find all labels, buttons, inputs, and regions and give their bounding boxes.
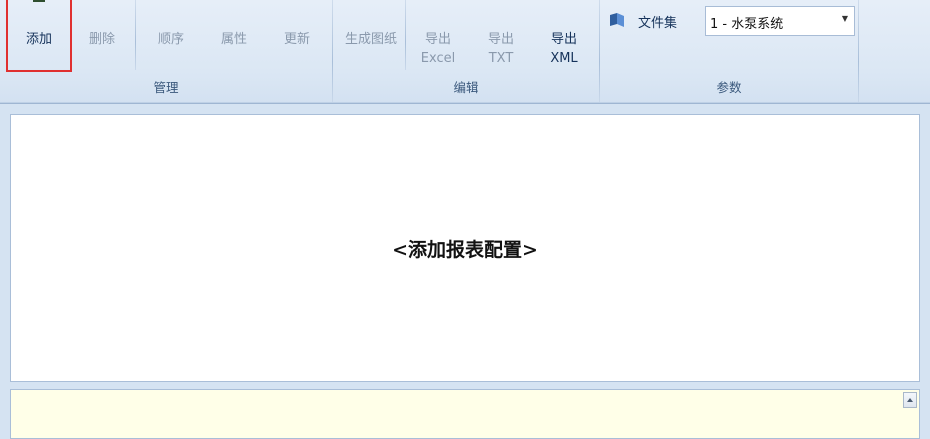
- export-txt-line2: TXT: [488, 51, 514, 66]
- delete-button-label: 删除: [88, 32, 115, 47]
- export-txt-line1: 导出: [487, 32, 514, 47]
- scroll-up-button[interactable]: [903, 392, 917, 408]
- txt-file-icon: [486, 0, 516, 4]
- order-button[interactable]: 顺序: [140, 0, 202, 72]
- xml-file-icon: [549, 0, 579, 4]
- fileset-select-value: 1 - 水泵系统: [710, 17, 784, 32]
- ribbon: 添加 删除 顺序 属性 更新 管理 生成图纸 导出 Excel 导出 TXT 导…: [0, 0, 930, 104]
- order-icon: [165, 0, 177, 4]
- properties-button-label: 属性: [220, 32, 247, 47]
- chevron-down-icon[interactable]: ▼: [842, 14, 848, 23]
- ribbon-group-params-label: 参数: [716, 80, 742, 95]
- properties-icon: [226, 0, 242, 4]
- export-xml-button-label: 导出 XML: [533, 30, 595, 68]
- properties-button[interactable]: 属性: [203, 0, 265, 72]
- ribbon-group-edit-label: 编辑: [453, 80, 479, 95]
- update-button[interactable]: 更新: [266, 0, 328, 72]
- empty-placeholder-text: <添加报表配置>: [392, 239, 538, 261]
- export-txt-button[interactable]: 导出 TXT: [470, 0, 532, 72]
- ribbon-group-separator: [858, 0, 859, 103]
- update-button-label: 更新: [283, 32, 310, 47]
- drawing-icon: [356, 0, 386, 4]
- add-button-label: 添加: [25, 32, 52, 47]
- report-config-panel[interactable]: <添加报表配置>: [10, 114, 920, 382]
- add-report-icon: [33, 0, 45, 2]
- ribbon-bottom-line: [0, 102, 930, 103]
- export-txt-button-label: 导出 TXT: [470, 30, 532, 68]
- fileset-label: 文件集: [638, 16, 678, 31]
- ribbon-group-edit: 生成图纸 导出 Excel 导出 TXT 导出 XML 编辑: [333, 0, 599, 103]
- fileset-select[interactable]: 1 - 水泵系统 ▼: [705, 6, 855, 36]
- add-button[interactable]: 添加: [6, 0, 72, 72]
- export-excel-button-label: 导出 Excel: [407, 30, 469, 68]
- export-excel-line2: Excel: [420, 51, 456, 66]
- update-icon: [289, 0, 305, 4]
- excel-file-icon: [423, 0, 453, 4]
- export-xml-button[interactable]: 导出 XML: [533, 0, 595, 72]
- ribbon-inner-separator: [405, 0, 406, 70]
- order-button-label: 顺序: [157, 32, 184, 47]
- export-xml-line2: XML: [550, 51, 578, 66]
- ribbon-group-manage: 添加 删除 顺序 属性 更新 管理: [0, 0, 332, 103]
- generate-drawing-button[interactable]: 生成图纸: [337, 0, 405, 72]
- delete-button[interactable]: 删除: [72, 0, 132, 72]
- details-panel[interactable]: [10, 389, 920, 439]
- export-xml-line1: 导出: [550, 32, 577, 47]
- generate-drawing-button-label: 生成图纸: [344, 32, 397, 47]
- ribbon-inner-separator: [135, 0, 136, 70]
- export-excel-button[interactable]: 导出 Excel: [407, 0, 469, 72]
- ribbon-group-manage-label: 管理: [153, 80, 179, 95]
- export-excel-line1: 导出: [424, 32, 451, 47]
- fileset-icon: [610, 13, 624, 27]
